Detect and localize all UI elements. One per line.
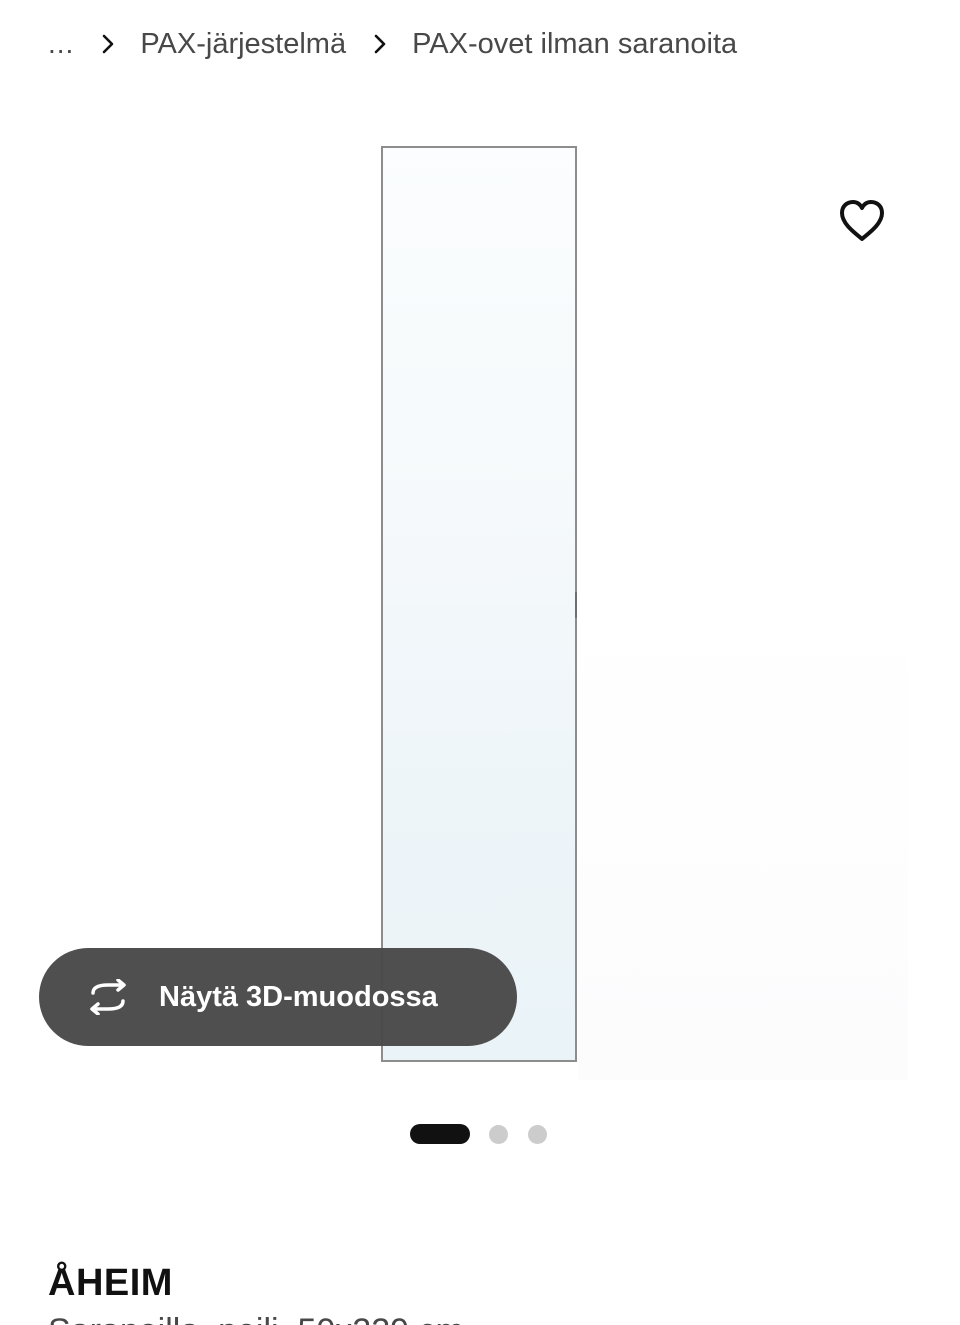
- product-name: ÅHEIM: [48, 1262, 173, 1304]
- breadcrumb-ellipsis[interactable]: ...: [48, 28, 74, 60]
- product-image-mirror-door[interactable]: [381, 146, 577, 1062]
- image-backdrop: [578, 600, 908, 1080]
- favorite-button[interactable]: [832, 193, 892, 253]
- view-in-3d-button[interactable]: Näytä 3D-muodossa: [39, 948, 517, 1046]
- chevron-right-icon: [368, 32, 392, 56]
- product-page: ... PAX-järjestelmä PAX-ovet ilman saran…: [0, 0, 960, 1325]
- breadcrumb: ... PAX-järjestelmä PAX-ovet ilman saran…: [48, 22, 737, 66]
- heart-outline-icon: [838, 199, 886, 248]
- breadcrumb-item-pax-doors[interactable]: PAX-ovet ilman saranoita: [412, 28, 737, 61]
- rotate-3d-icon: [83, 979, 133, 1015]
- view-in-3d-label: Näytä 3D-muodossa: [159, 980, 438, 1013]
- breadcrumb-item-pax-system[interactable]: PAX-järjestelmä: [140, 28, 346, 61]
- pager-dot[interactable]: [489, 1124, 508, 1144]
- product-description: Saranoilla, peili, 50x229 cm: [48, 1312, 464, 1325]
- pager-dot[interactable]: [528, 1124, 547, 1144]
- image-pager: [410, 1124, 547, 1144]
- pager-dot-active[interactable]: [410, 1124, 470, 1144]
- chevron-right-icon: [96, 32, 120, 56]
